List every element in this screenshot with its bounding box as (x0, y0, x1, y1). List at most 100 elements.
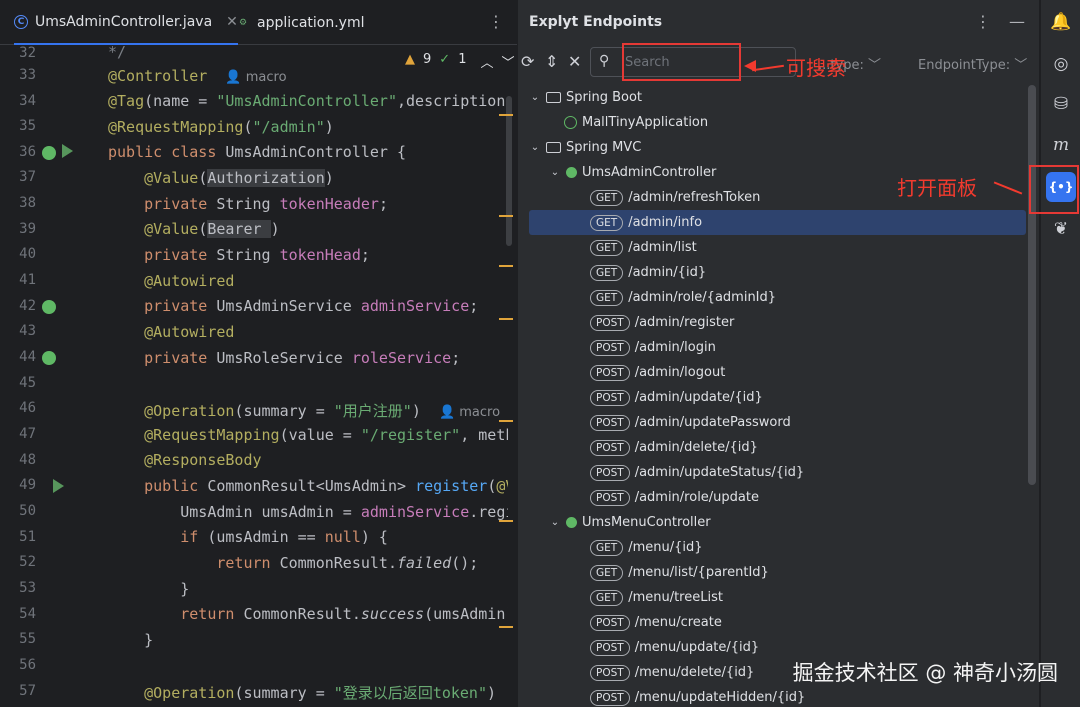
more-icon[interactable]: ⋮ (975, 12, 991, 31)
spring-bean-icon[interactable] (42, 300, 56, 314)
http-method-badge: GET (590, 564, 624, 581)
tab-ums-admin-controller[interactable]: C UmsAdminController.java ✕ (14, 0, 238, 45)
tree-node-label: MallTinyApplication (582, 115, 709, 130)
endpoint-path: /menu/list/{parentId} (628, 565, 769, 580)
spring-bean-icon[interactable] (42, 351, 56, 365)
endpoint-row[interactable]: GET/menu/treeList (518, 585, 1026, 610)
spring-leaf-icon[interactable]: ❦ (1049, 217, 1073, 241)
line-number: 45 (19, 375, 36, 391)
code-area[interactable]: */ @Controller 👤 macro @Tag(name = "UmsA… (108, 45, 508, 707)
editor-scrollbar[interactable] (506, 96, 512, 246)
arrowhead-icon (744, 60, 756, 72)
http-method-badge: POST (590, 689, 630, 706)
search-icon: ⚲ (599, 53, 610, 69)
endpoint-path: /admin/updateStatus/{id} (634, 465, 805, 480)
tool-window-rail: 🔔 ◎ ⛁ m {•} ❦ (1040, 0, 1080, 707)
endpoint-path: /admin/update/{id} (634, 390, 763, 405)
warning-marker[interactable] (499, 265, 513, 267)
http-method-badge: POST (590, 464, 630, 481)
tree-node-app[interactable]: MallTinyApplication (518, 110, 1026, 135)
line-number: 33 (19, 67, 36, 83)
line-number: 36 (19, 144, 36, 160)
tree-node-label: UmsMenuController (582, 515, 711, 530)
endpoint-row[interactable]: POST/admin/updatePassword (518, 410, 1026, 435)
endpoint-row[interactable]: POST/admin/update/{id} (518, 385, 1026, 410)
endpoint-row[interactable]: POST/menu/create (518, 610, 1026, 635)
endpoint-type-filter[interactable]: EndpointType: ﹀ (918, 54, 1027, 73)
endpoint-row[interactable]: POST/admin/logout (518, 360, 1026, 385)
warning-marker[interactable] (499, 520, 513, 522)
chevron-down-icon[interactable]: ⌄ (528, 92, 542, 103)
editor-gutter: 32 33 34 35 36 37 38 39 40 41 42 43 44 4… (0, 45, 100, 707)
tree-node-spring-mvc[interactable]: ⌄ Spring MVC (518, 135, 1026, 160)
folder-icon (546, 142, 561, 153)
endpoint-row-selected[interactable]: GET/admin/info (529, 210, 1026, 235)
maven-icon[interactable]: m (1049, 133, 1073, 157)
endpoint-row[interactable]: POST/admin/delete/{id} (518, 435, 1026, 460)
open-panel-annotation: 打开面板 (897, 176, 977, 200)
warning-marker[interactable] (499, 215, 513, 217)
endpoint-row[interactable]: POST/menu/updateHidden/{id} (518, 685, 1026, 707)
tree-node-label: Spring Boot (566, 90, 643, 105)
http-method-badge: GET (590, 539, 624, 556)
notifications-icon[interactable]: 🔔 (1049, 10, 1073, 34)
collapse-all-icon[interactable]: ✕ (568, 52, 581, 71)
ai-assistant-icon[interactable]: ◎ (1049, 52, 1073, 76)
endpoint-path: /admin/role/{adminId} (628, 290, 777, 305)
tab-application-yml[interactable]: ⚙ application.yml (236, 0, 365, 45)
http-method-badge: POST (590, 639, 630, 656)
tree-node-spring-boot[interactable]: ⌄ Spring Boot (518, 85, 1026, 110)
line-number: 38 (19, 195, 36, 211)
searchable-annotation: 可搜索 (786, 56, 846, 80)
tree-scrollbar[interactable] (1028, 85, 1036, 485)
endpoint-row[interactable]: POST/admin/updateStatus/{id} (518, 460, 1026, 485)
endpoint-row[interactable]: POST/admin/role/update (518, 485, 1026, 510)
run-icon[interactable] (53, 479, 64, 493)
endpoint-row[interactable]: POST/admin/register (518, 310, 1026, 335)
tab-label: UmsAdminController.java (35, 13, 213, 30)
database-icon[interactable]: ⛁ (1049, 92, 1073, 116)
endpoint-path: /admin/logout (634, 365, 726, 380)
endpoint-path: /admin/updatePassword (634, 415, 791, 430)
java-class-icon: C (14, 14, 28, 29)
spring-bean-icon[interactable] (42, 146, 56, 160)
tree-node-label: Spring MVC (566, 140, 642, 155)
minimize-icon[interactable]: — (1009, 12, 1025, 31)
endpoint-row[interactable]: GET/menu/list/{parentId} (518, 560, 1026, 585)
endpoint-row[interactable]: GET/menu/{id} (518, 535, 1026, 560)
endpoints-toolbar: ⟳ ⇕ ✕ ⚲ ...type: ﹀ EndpointType: ﹀ (518, 46, 1040, 80)
chevron-down-icon[interactable]: ⌄ (528, 142, 542, 153)
http-method-badge: POST (590, 314, 630, 331)
line-number: 54 (19, 606, 36, 622)
refresh-icon[interactable]: ⟳ (521, 52, 534, 71)
endpoints-panel: Explyt Endpoints ⋮ — ⟳ ⇕ ✕ ⚲ ...type: ﹀ … (517, 0, 1039, 707)
warning-marker[interactable] (499, 318, 513, 320)
expand-all-icon[interactable]: ⇕ (545, 52, 558, 71)
spring-boot-icon (564, 116, 577, 129)
endpoint-path: /admin/list (628, 240, 697, 255)
endpoint-path: /menu/create (634, 615, 722, 630)
endpoint-row[interactable]: GET/admin/{id} (518, 260, 1026, 285)
tree-node-controller[interactable]: ⌄ UmsMenuController (518, 510, 1026, 535)
folder-icon (546, 92, 561, 103)
http-method-badge: GET (590, 189, 624, 206)
line-number: 40 (19, 246, 36, 262)
endpoint-row[interactable]: GET/admin/role/{adminId} (518, 285, 1026, 310)
chevron-down-icon[interactable]: ⌄ (548, 517, 562, 528)
warning-marker[interactable] (499, 420, 513, 422)
endpoint-path: /admin/register (634, 315, 735, 330)
warning-marker[interactable] (499, 626, 513, 628)
run-icon[interactable] (62, 144, 73, 158)
chevron-down-icon[interactable]: ⌄ (548, 167, 562, 178)
warning-marker[interactable] (499, 114, 513, 116)
more-icon[interactable]: ⋮ (488, 12, 504, 31)
editor-tab-bar: C UmsAdminController.java ✕ ⚙ applicatio… (0, 0, 517, 45)
http-method-badge: POST (590, 439, 630, 456)
line-number: 35 (19, 118, 36, 134)
watermark: 掘金技术社区 @ 神奇小汤圆 (792, 661, 1058, 685)
endpoint-row[interactable]: POST/admin/login (518, 335, 1026, 360)
line-number: 56 (19, 657, 36, 673)
endpoint-path: /menu/treeList (628, 590, 723, 605)
endpoint-row[interactable]: GET/admin/list (518, 235, 1026, 260)
spring-bean-icon (566, 167, 577, 178)
